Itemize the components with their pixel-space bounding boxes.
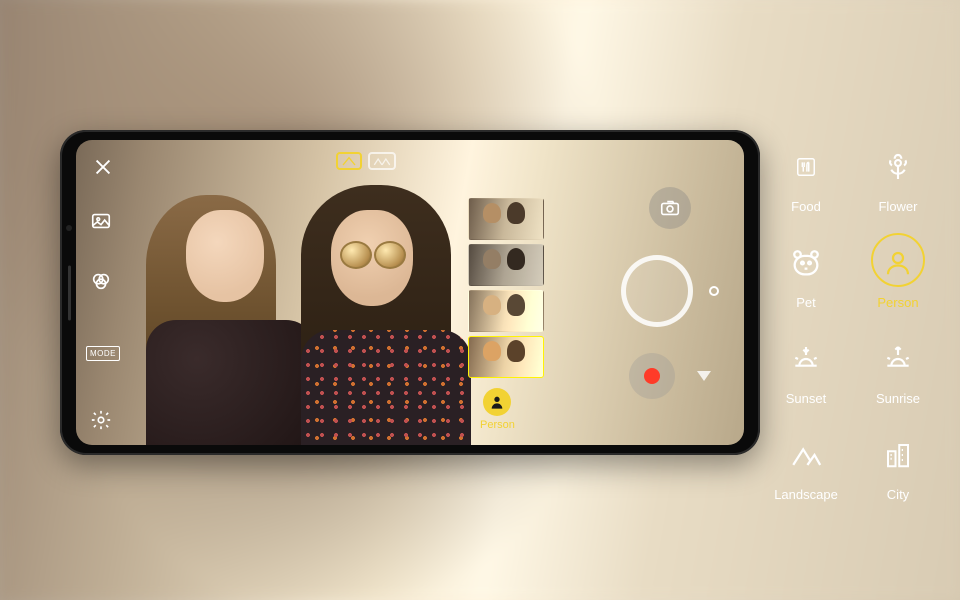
viewfinder-subjects	[96, 155, 456, 440]
scene-label: Person	[877, 295, 918, 310]
scene-label: Sunset	[786, 391, 826, 406]
mode-chip-label: MODE	[86, 346, 120, 361]
scene-label: Flower	[878, 199, 917, 214]
camera-viewfinder: MODE Person	[76, 140, 744, 445]
scene-label: Pet	[796, 295, 816, 310]
scene-palette: Food Flower	[772, 140, 932, 502]
gallery-button[interactable]	[90, 210, 112, 232]
filter-thumb-4[interactable]	[468, 336, 544, 378]
switch-camera-button[interactable]	[649, 187, 691, 229]
scene-city[interactable]: City	[864, 428, 932, 502]
scene-sunset[interactable]: Sunset	[772, 332, 840, 406]
record-icon	[644, 368, 660, 384]
scene-label: Food	[791, 199, 821, 214]
selection-ring	[871, 233, 925, 287]
chevron-down-icon[interactable]	[697, 371, 711, 381]
scene-pet[interactable]: Pet	[772, 236, 840, 310]
filter-thumb-1[interactable]	[468, 198, 544, 240]
scene-label: Sunrise	[876, 391, 920, 406]
sunset-icon	[786, 339, 826, 379]
lens-wide-button[interactable]	[368, 152, 396, 170]
scene-person[interactable]: Person	[864, 236, 932, 310]
scene-sunrise[interactable]: Sunrise	[864, 332, 932, 406]
mode-button[interactable]: MODE	[86, 346, 120, 361]
lens-toggle-group	[336, 152, 396, 170]
phone-sensor	[66, 225, 72, 231]
pet-icon	[786, 243, 826, 283]
record-button[interactable]	[629, 353, 675, 399]
scene-food[interactable]: Food	[772, 140, 840, 214]
sunrise-icon	[878, 339, 918, 379]
city-icon	[878, 435, 918, 475]
scene-landscape[interactable]: Landscape	[772, 428, 840, 502]
filter-thumb-2[interactable]	[468, 244, 544, 286]
person-icon	[483, 388, 511, 416]
focus-indicator-icon	[709, 286, 719, 296]
detected-scene-label: Person	[480, 419, 515, 431]
camera-controls-rail	[610, 140, 730, 445]
food-icon	[786, 147, 826, 187]
filter-thumb-3[interactable]	[468, 290, 544, 332]
filters-button[interactable]	[90, 270, 112, 292]
filter-strip	[468, 198, 544, 378]
flower-icon	[878, 147, 918, 187]
lens-standard-button[interactable]	[336, 152, 362, 170]
scene-label: Landscape	[774, 487, 838, 502]
landscape-icon	[786, 435, 826, 475]
scene-flower[interactable]: Flower	[864, 140, 932, 214]
detected-scene-chip[interactable]: Person	[480, 388, 515, 431]
close-button[interactable]	[92, 156, 114, 178]
phone-speaker	[68, 265, 71, 320]
scene-label: City	[887, 487, 909, 502]
phone-device-frame: MODE Person	[60, 130, 760, 455]
shutter-button[interactable]	[621, 255, 693, 327]
settings-button[interactable]	[90, 409, 112, 431]
